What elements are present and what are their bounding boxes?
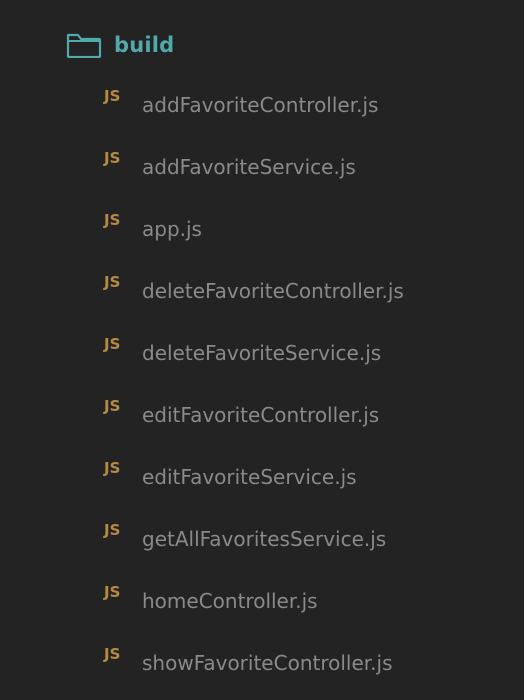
file-item[interactable]: JS app.js (104, 210, 404, 272)
file-label: addFavoriteController.js (142, 93, 379, 117)
file-item[interactable]: JS editFavoriteController.js (104, 396, 404, 458)
file-item[interactable]: JS homeController.js (104, 582, 404, 644)
file-label: app.js (142, 217, 202, 241)
folder-label: build (114, 33, 175, 57)
file-item[interactable]: JS addFavoriteService.js (104, 148, 404, 210)
javascript-file-icon: JS (104, 87, 121, 105)
file-label: getAllFavoritesService.js (142, 527, 387, 551)
file-item[interactable]: JS deleteFavoriteService.js (104, 334, 404, 396)
file-tree: build JS addFavoriteController.js JS addFav… (0, 0, 524, 700)
javascript-file-icon: JS (104, 149, 121, 167)
file-item[interactable]: JS getAllFavoritesService.js (104, 520, 404, 582)
file-label: addFavoriteService.js (142, 155, 356, 179)
file-label: homeController.js (142, 589, 318, 613)
javascript-file-icon: JS (104, 397, 121, 415)
file-label: showFavoriteController.js (142, 651, 393, 675)
javascript-file-icon: JS (104, 459, 121, 477)
javascript-file-icon: JS (104, 335, 121, 353)
javascript-file-icon: JS (104, 211, 121, 229)
file-label: editFavoriteService.js (142, 465, 357, 489)
javascript-file-icon: JS (104, 521, 121, 539)
file-item[interactable]: JS editFavoriteService.js (104, 458, 404, 520)
file-label: deleteFavoriteService.js (142, 341, 382, 365)
folder-build[interactable]: build (66, 28, 174, 62)
file-label: editFavoriteController.js (142, 403, 380, 427)
javascript-file-icon: JS (104, 645, 121, 663)
file-item[interactable]: JS showFavoriteController.js (104, 644, 404, 700)
javascript-file-icon: JS (104, 583, 121, 601)
folder-icon (66, 32, 102, 59)
file-item[interactable]: JS addFavoriteController.js (104, 86, 404, 148)
file-item[interactable]: JS deleteFavoriteController.js (104, 272, 404, 334)
javascript-file-icon: JS (104, 273, 121, 291)
file-label: deleteFavoriteController.js (142, 279, 404, 303)
file-list: JS addFavoriteController.js JS addFavoriteS… (104, 86, 404, 700)
